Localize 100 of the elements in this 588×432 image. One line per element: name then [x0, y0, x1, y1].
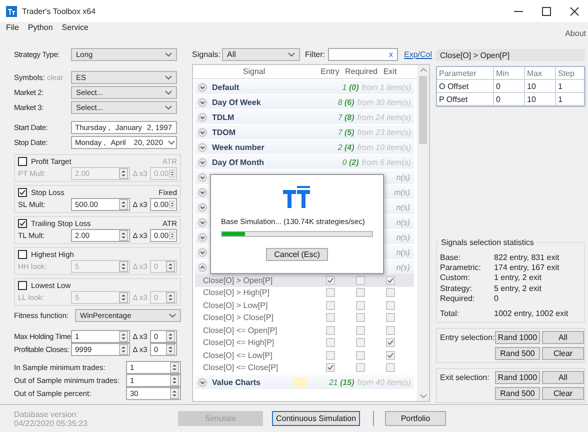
table-cell[interactable]: 10 [525, 80, 556, 93]
selected-row[interactable]: Close[O] > Open[P] [195, 274, 414, 286]
select-button[interactable]: All [542, 331, 584, 344]
spin-icon[interactable] [166, 331, 175, 342]
expand-icon[interactable] [198, 112, 207, 122]
table-cell[interactable]: 0 [494, 93, 525, 106]
cancel-button[interactable]: Cancel (Esc) [266, 248, 328, 261]
expand-icon[interactable] [198, 82, 207, 92]
table-cell[interactable]: O Offset [437, 80, 494, 93]
spin-icon[interactable] [119, 344, 128, 355]
select-button[interactable]: Clear [542, 347, 584, 360]
table-cell[interactable]: 10 [525, 93, 556, 106]
signal-row[interactable]: Close[O] > Low[P] [195, 299, 414, 312]
signal-name[interactable]: Close[O] > Low[P] [195, 300, 315, 310]
scrollbar-thumb[interactable] [419, 76, 428, 144]
signals-dropdown[interactable]: All [222, 48, 300, 61]
select-button[interactable]: Rand 1000 [495, 331, 540, 344]
spin-icon[interactable] [168, 199, 175, 210]
group-name: Default [212, 82, 240, 92]
menu-item[interactable]: Service [62, 23, 88, 32]
table-cell[interactable]: P Offset [437, 93, 494, 106]
table-cell[interactable]: 1 [556, 93, 586, 106]
signal-row[interactable]: Close[O] <= High[P] [195, 336, 414, 349]
table-cell[interactable]: 0 [494, 80, 525, 93]
group-row[interactable]: Day Of Month 0 (2) from 6 item(s) [195, 155, 414, 169]
select-button[interactable]: Rand 1000 [495, 371, 540, 384]
signal-row[interactable]: Close[O] <= Close[P] [195, 362, 414, 374]
column-header[interactable]: Parameter [437, 67, 494, 80]
column-header[interactable]: Required [345, 67, 375, 76]
spin-icon[interactable] [119, 168, 128, 179]
expand-icon[interactable] [198, 142, 207, 152]
filter-field[interactable]: x [328, 48, 398, 61]
close-icon[interactable] [570, 6, 578, 16]
spin-icon[interactable] [119, 230, 128, 241]
spin-icon[interactable] [168, 230, 175, 241]
portfolio-button[interactable]: Portfolio [385, 411, 446, 426]
checkbox[interactable] [18, 250, 27, 258]
expand-icon[interactable] [198, 232, 207, 242]
expand-collapse-link[interactable]: Exp/Col [404, 50, 432, 59]
collapse-icon[interactable] [198, 262, 207, 272]
menu-item[interactable]: Python [28, 23, 53, 32]
group-row[interactable]: TDOM 7 (5) from 23 item(s) [195, 125, 414, 139]
spin-icon[interactable] [119, 292, 128, 303]
expand-icon[interactable] [198, 172, 207, 182]
checkbox[interactable] [18, 218, 27, 228]
signal-name[interactable]: Close[O] > High[P] [195, 288, 315, 298]
column-header[interactable]: Min [494, 67, 525, 80]
column-header[interactable]: Entry [315, 67, 345, 76]
spin-icon[interactable] [170, 362, 179, 373]
select-button[interactable]: Clear [542, 387, 584, 400]
spin-icon[interactable] [119, 261, 128, 272]
group-row[interactable]: Value Charts 21 (15) from 40 item(s) [195, 375, 414, 389]
expand-icon[interactable] [198, 248, 207, 256]
signal-name[interactable]: Close[O] <= Open[P] [195, 326, 315, 335]
spin-icon[interactable] [168, 168, 175, 179]
spin-icon[interactable] [119, 199, 128, 210]
expand-icon[interactable] [198, 128, 207, 136]
spin-icon[interactable] [166, 292, 175, 303]
spin-icon[interactable] [166, 261, 175, 272]
column-header[interactable]: Signal [193, 67, 315, 76]
checkbox[interactable] [18, 156, 27, 166]
spin-icon[interactable] [119, 331, 128, 342]
column-header[interactable]: Step [556, 67, 586, 80]
group-row[interactable]: TDLM 7 (8) from 24 item(s) [195, 110, 414, 124]
signal-row[interactable]: Close[O] > High[P] [195, 286, 414, 299]
signal-row[interactable]: Close[O] > Close[P] [195, 312, 414, 324]
signal-name[interactable]: Close[O] > Close[P] [195, 313, 315, 322]
expand-icon[interactable] [198, 188, 207, 196]
expand-icon[interactable] [198, 218, 207, 226]
continuous-simulation-button[interactable]: Continuous Simulation [272, 411, 360, 426]
about-menu-item[interactable]: About [565, 29, 586, 38]
select-button[interactable]: All [542, 371, 584, 384]
signal-name[interactable]: Close[O] <= High[P] [195, 338, 315, 348]
select-button[interactable]: Rand 500 [495, 347, 540, 360]
signal-row[interactable]: Close[O] <= Low[P] [195, 349, 414, 362]
column-header[interactable]: Max [525, 67, 556, 80]
expand-icon[interactable] [198, 98, 207, 106]
table-cell[interactable]: 1 [556, 80, 586, 93]
spin-icon[interactable] [170, 388, 179, 399]
maximize-icon[interactable] [542, 6, 550, 16]
select-button[interactable]: Rand 500 [495, 387, 540, 400]
checkbox[interactable] [18, 280, 27, 290]
checkbox[interactable] [18, 188, 27, 196]
group-row[interactable]: Week number 2 (4) from 10 item(s) [195, 140, 414, 154]
minimize-icon[interactable] [514, 10, 522, 12]
scrollbar[interactable] [417, 65, 429, 401]
signal-name[interactable]: Close[O] <= Low[P] [195, 350, 315, 360]
group-row[interactable]: Day Of Week 8 (6) from 30 item(s) [195, 95, 414, 109]
menu-item[interactable]: File [6, 23, 19, 32]
expand-icon[interactable] [198, 158, 207, 166]
expand-icon[interactable] [198, 378, 207, 386]
spin-icon[interactable] [170, 375, 179, 386]
expand-icon[interactable] [198, 202, 207, 212]
group-row[interactable]: Default 1 (0) from 1 item(s) [195, 80, 414, 94]
signal-name[interactable]: Close[O] > Open[P] [195, 276, 315, 285]
clear-filter-icon[interactable]: x [389, 50, 393, 59]
item-total: from 24 item(s) [357, 112, 412, 122]
signal-name[interactable]: Close[O] <= Close[P] [195, 363, 315, 372]
signal-row[interactable]: Close[O] <= Open[P] [195, 324, 414, 336]
spin-icon[interactable] [166, 344, 175, 355]
